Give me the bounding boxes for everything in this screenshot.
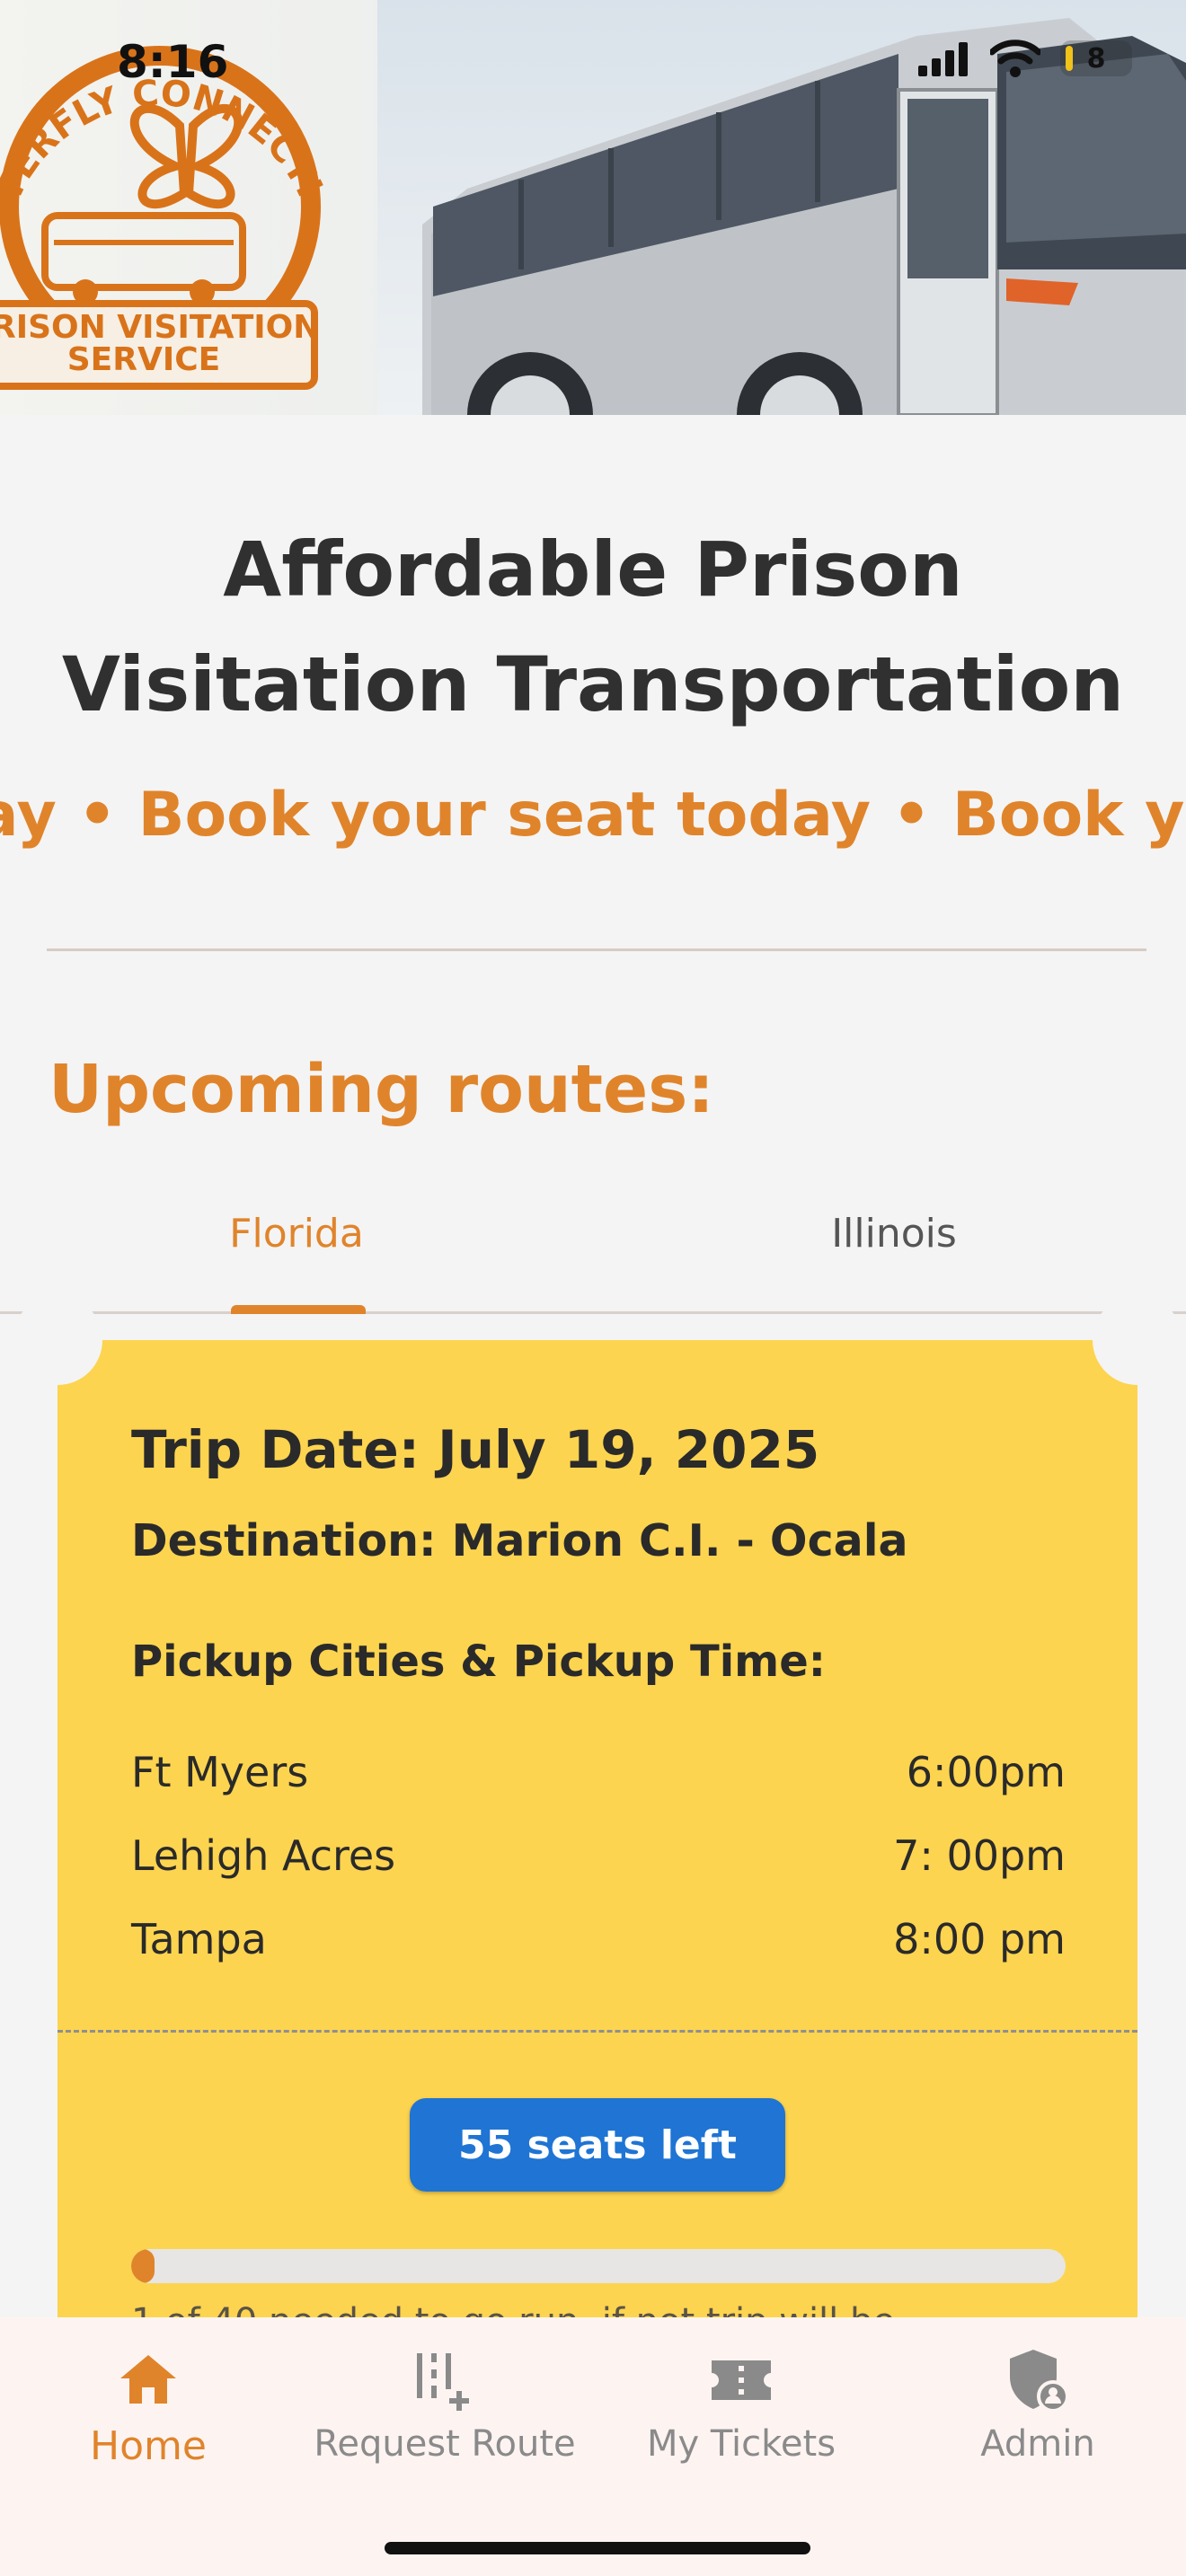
tab-florida[interactable]: Florida <box>0 1211 593 1257</box>
nav-home-label: Home <box>90 2423 207 2469</box>
nav-my-tickets[interactable]: My Tickets <box>593 2339 890 2465</box>
home-icon <box>120 2355 176 2404</box>
pickup-city: Lehigh Acres <box>131 1831 396 1880</box>
battery-indicator: 8 <box>1060 40 1132 76</box>
ticket-notch-right <box>1093 1295 1182 1385</box>
page-headline: Affordable Prison Visitation Transportat… <box>0 512 1186 742</box>
pickup-row: Tampa 8:00 pm <box>131 1915 1066 1978</box>
nav-request-route-label: Request Route <box>314 2423 576 2465</box>
trip-destination: Destination: Marion C.I. - Ocala <box>131 1515 908 1566</box>
trip-date: Trip Date: July 19, 2025 <box>131 1419 820 1480</box>
booking-progress-bar <box>131 2249 1066 2283</box>
bottom-navigation: Home Request Route My Tickets Admin <box>0 2317 1186 2576</box>
cellular-signal-icon <box>918 42 968 76</box>
ticket-perforation <box>58 2030 1137 2033</box>
status-icons: 8 <box>918 40 1132 77</box>
pickup-row: Ft Myers 6:00pm <box>131 1748 1066 1811</box>
hero-banner: BUTTERFLY CONNECTIONS PRISON VISITATION … <box>0 0 1186 415</box>
pickup-city: Ft Myers <box>131 1748 309 1796</box>
wifi-icon <box>990 40 1040 77</box>
pickup-row: Lehigh Acres 7: 00pm <box>131 1831 1066 1894</box>
nav-home[interactable]: Home <box>0 2339 296 2469</box>
pickup-time: 7: 00pm <box>893 1831 1066 1880</box>
marquee-text: day • Book your seat today • Book you <box>0 780 1186 851</box>
seats-left-button[interactable]: 55 seats left <box>410 2098 785 2192</box>
nav-admin[interactable]: Admin <box>890 2339 1186 2465</box>
ticket-icon <box>712 2360 771 2400</box>
ticket-notch-left <box>13 1295 102 1385</box>
section-divider <box>47 948 1146 951</box>
logo-banner-line2: SERVICE <box>67 341 221 378</box>
admin-shield-icon <box>1010 2350 1069 2413</box>
logo-banner-line1: PRISON VISITATION <box>0 309 320 346</box>
state-tabs: Florida Illinois <box>0 1195 1186 1314</box>
pickup-time: 8:00 pm <box>893 1915 1066 1963</box>
trip-card[interactable]: Trip Date: July 19, 2025 Destination: Ma… <box>13 1295 1182 2342</box>
pickup-time: 6:00pm <box>906 1748 1066 1796</box>
nav-admin-label: Admin <box>980 2423 1095 2465</box>
booking-progress-fill <box>131 2249 155 2283</box>
pickup-city: Tampa <box>131 1915 267 1963</box>
headline-line1: Affordable Prison <box>223 525 963 613</box>
nav-my-tickets-label: My Tickets <box>646 2423 836 2465</box>
home-indicator <box>385 2542 810 2554</box>
tab-illinois[interactable]: Illinois <box>597 1211 1186 1257</box>
nav-request-route[interactable]: Request Route <box>296 2339 593 2465</box>
route-add-icon <box>417 2353 469 2411</box>
status-time: 8:16 <box>117 36 229 88</box>
marquee: day • Book your seat today • Book you <box>0 780 1186 860</box>
upcoming-routes-title: Upcoming routes: <box>49 1051 714 1128</box>
headline-line2: Visitation Transportation <box>61 640 1125 728</box>
pickup-title: Pickup Cities & Pickup Time: <box>131 1636 826 1687</box>
tab-selected-indicator <box>231 1305 366 1314</box>
